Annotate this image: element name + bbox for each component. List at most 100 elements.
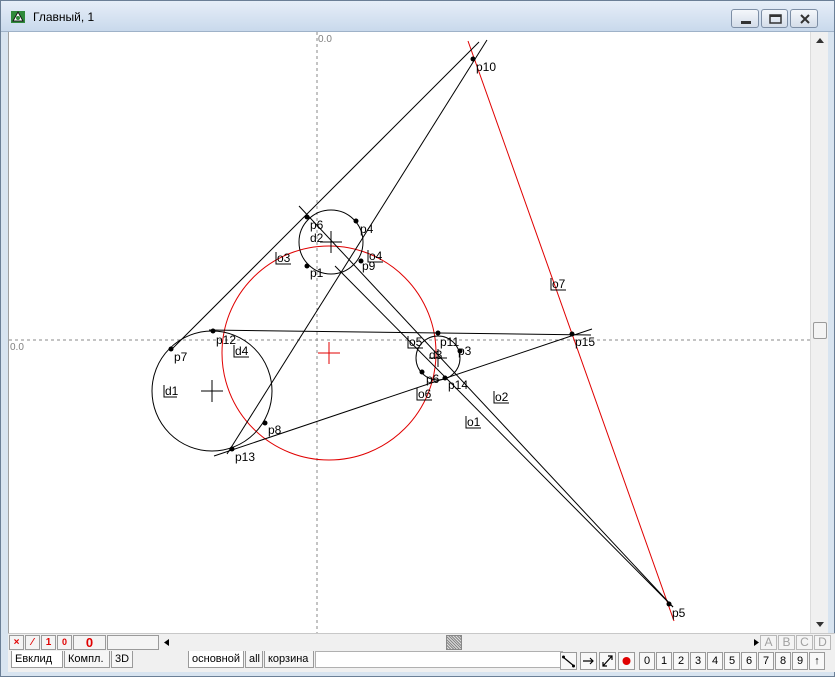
tab-all[interactable]: all [245, 651, 263, 668]
line-mode-button[interactable]: ⁄ [25, 635, 40, 650]
num-button-5[interactable]: 5 [724, 652, 740, 670]
num-button-2[interactable]: 2 [673, 652, 689, 670]
label-o2: o2 [495, 390, 509, 404]
line-p6-p5[interactable] [298, 205, 674, 608]
one-button[interactable]: 1 [41, 635, 56, 650]
bottom-status-row: × ⁄ 1 0 0 A B C D [8, 633, 835, 650]
point-p6b[interactable] [419, 369, 425, 375]
vertical-scrollbar[interactable] [810, 32, 828, 633]
num-button-0[interactable]: 0 [639, 652, 655, 670]
title-bar[interactable]: Главный, 1 [1, 1, 834, 32]
arrow-up-icon [816, 38, 824, 43]
point-p5[interactable] [666, 601, 672, 607]
diagonal-arrow-icon [602, 655, 613, 667]
tab-complex[interactable]: Компл. [64, 651, 110, 668]
geometry-canvas[interactable]: 0.0 0.0 p1 p6 p4 p9 p10 p7 p12 p8 p13 p1… [9, 32, 811, 633]
label-p8: p8 [268, 423, 282, 437]
label-p7: p7 [174, 350, 188, 364]
label-p15: p15 [575, 335, 595, 349]
clear-button[interactable]: × [9, 635, 24, 650]
layer-c-button[interactable]: C [796, 635, 813, 650]
num-button-8[interactable]: 8 [775, 652, 791, 670]
label-o3: o3 [277, 251, 291, 265]
label-d2: d2 [310, 231, 324, 245]
line-p7-p10[interactable] [171, 41, 480, 350]
arrow-right-tool-icon [583, 657, 594, 665]
label-p6: p6 [310, 218, 324, 232]
tab-strip-field [315, 651, 563, 668]
y-axis-origin-label: 0.0 [318, 34, 332, 45]
segment-tool-button[interactable] [560, 652, 577, 670]
maximize-button[interactable] [761, 9, 788, 28]
layer-d-button[interactable]: D [814, 635, 831, 650]
close-icon [800, 14, 810, 24]
point-p8[interactable] [262, 420, 268, 426]
record-dot-icon [622, 657, 631, 665]
red-circle-center-mark [318, 342, 340, 364]
point-p15[interactable] [569, 331, 575, 337]
window-title: Главный, 1 [33, 10, 95, 24]
tab-3d[interactable]: 3D [111, 651, 133, 668]
num-button-1[interactable]: 1 [656, 652, 672, 670]
label-p5: p5 [672, 606, 686, 620]
num-button-4[interactable]: 4 [707, 652, 723, 670]
layer-b-button[interactable]: B [778, 635, 795, 650]
label-o7: o7 [552, 277, 566, 291]
minimize-button[interactable] [731, 9, 759, 28]
horizontal-scrollbar[interactable] [161, 635, 765, 650]
label-p10: p10 [476, 60, 496, 74]
close-button[interactable] [790, 9, 818, 28]
red-line-o7[interactable] [467, 40, 675, 622]
point-p1[interactable] [304, 263, 310, 269]
line-p12-p15[interactable] [208, 329, 592, 336]
layer-a-button[interactable]: A [760, 635, 777, 650]
zero-small-button[interactable]: 0 [57, 635, 72, 650]
label-d1: d1 [165, 384, 179, 398]
label-p13: p13 [235, 450, 255, 464]
num-button-6[interactable]: 6 [741, 652, 757, 670]
tab-main-layer[interactable]: основной [188, 651, 244, 668]
up-button[interactable]: ↑ [809, 652, 825, 670]
label-o6: o6 [418, 387, 432, 401]
label-d4: d4 [235, 344, 249, 358]
point-p14[interactable] [442, 375, 448, 381]
maximize-icon [769, 14, 782, 24]
tab-row: Евклид Компл. 3D основной all корзина 0 … [8, 650, 835, 672]
vertical-scroll-thumb[interactable] [813, 322, 827, 339]
label-o4: o4 [369, 249, 383, 263]
label-p3: p3 [458, 344, 472, 358]
scroll-up-button[interactable] [811, 32, 829, 49]
num-button-7[interactable]: 7 [758, 652, 774, 670]
num-button-3[interactable]: 3 [690, 652, 706, 670]
tab-euclid[interactable]: Евклид [11, 651, 63, 668]
arrow-left-icon[interactable] [161, 635, 173, 650]
label-p4: p4 [360, 222, 374, 236]
app-window: Главный, 1 0.0 0.0 p1 p6 p4 p9 p10 p7 p1… [0, 0, 835, 677]
point-p10[interactable] [470, 56, 476, 62]
tab-trash[interactable]: корзина [264, 651, 314, 668]
num-button-9[interactable]: 9 [792, 652, 808, 670]
point-p7[interactable] [168, 346, 174, 352]
label-p6b: p6 [426, 372, 440, 386]
point-p6[interactable] [304, 214, 310, 220]
app-icon [11, 10, 25, 23]
arrow-tool-button[interactable] [580, 652, 597, 670]
record-button[interactable] [618, 652, 635, 670]
drawing-canvas[interactable]: 0.0 0.0 p1 p6 p4 p9 p10 p7 p12 p8 p13 p1… [8, 32, 811, 633]
status-field [107, 635, 159, 650]
point-p12[interactable] [210, 328, 216, 334]
point-p13[interactable] [229, 446, 235, 452]
line-p1-p5[interactable] [334, 265, 674, 608]
segment-icon [562, 655, 575, 668]
label-d3: d3 [429, 348, 443, 362]
point-p4[interactable] [353, 218, 359, 224]
scroll-down-button[interactable] [811, 616, 829, 633]
x-axis-origin-label: 0.0 [10, 342, 24, 353]
label-p14: p14 [448, 378, 468, 392]
label-p11: p11 [440, 335, 459, 349]
resize-tool-button[interactable] [599, 652, 616, 670]
label-p1: p1 [310, 266, 324, 280]
horizontal-scroll-thumb[interactable] [446, 635, 462, 650]
arrow-down-icon [816, 622, 824, 627]
label-o1: o1 [467, 415, 481, 429]
